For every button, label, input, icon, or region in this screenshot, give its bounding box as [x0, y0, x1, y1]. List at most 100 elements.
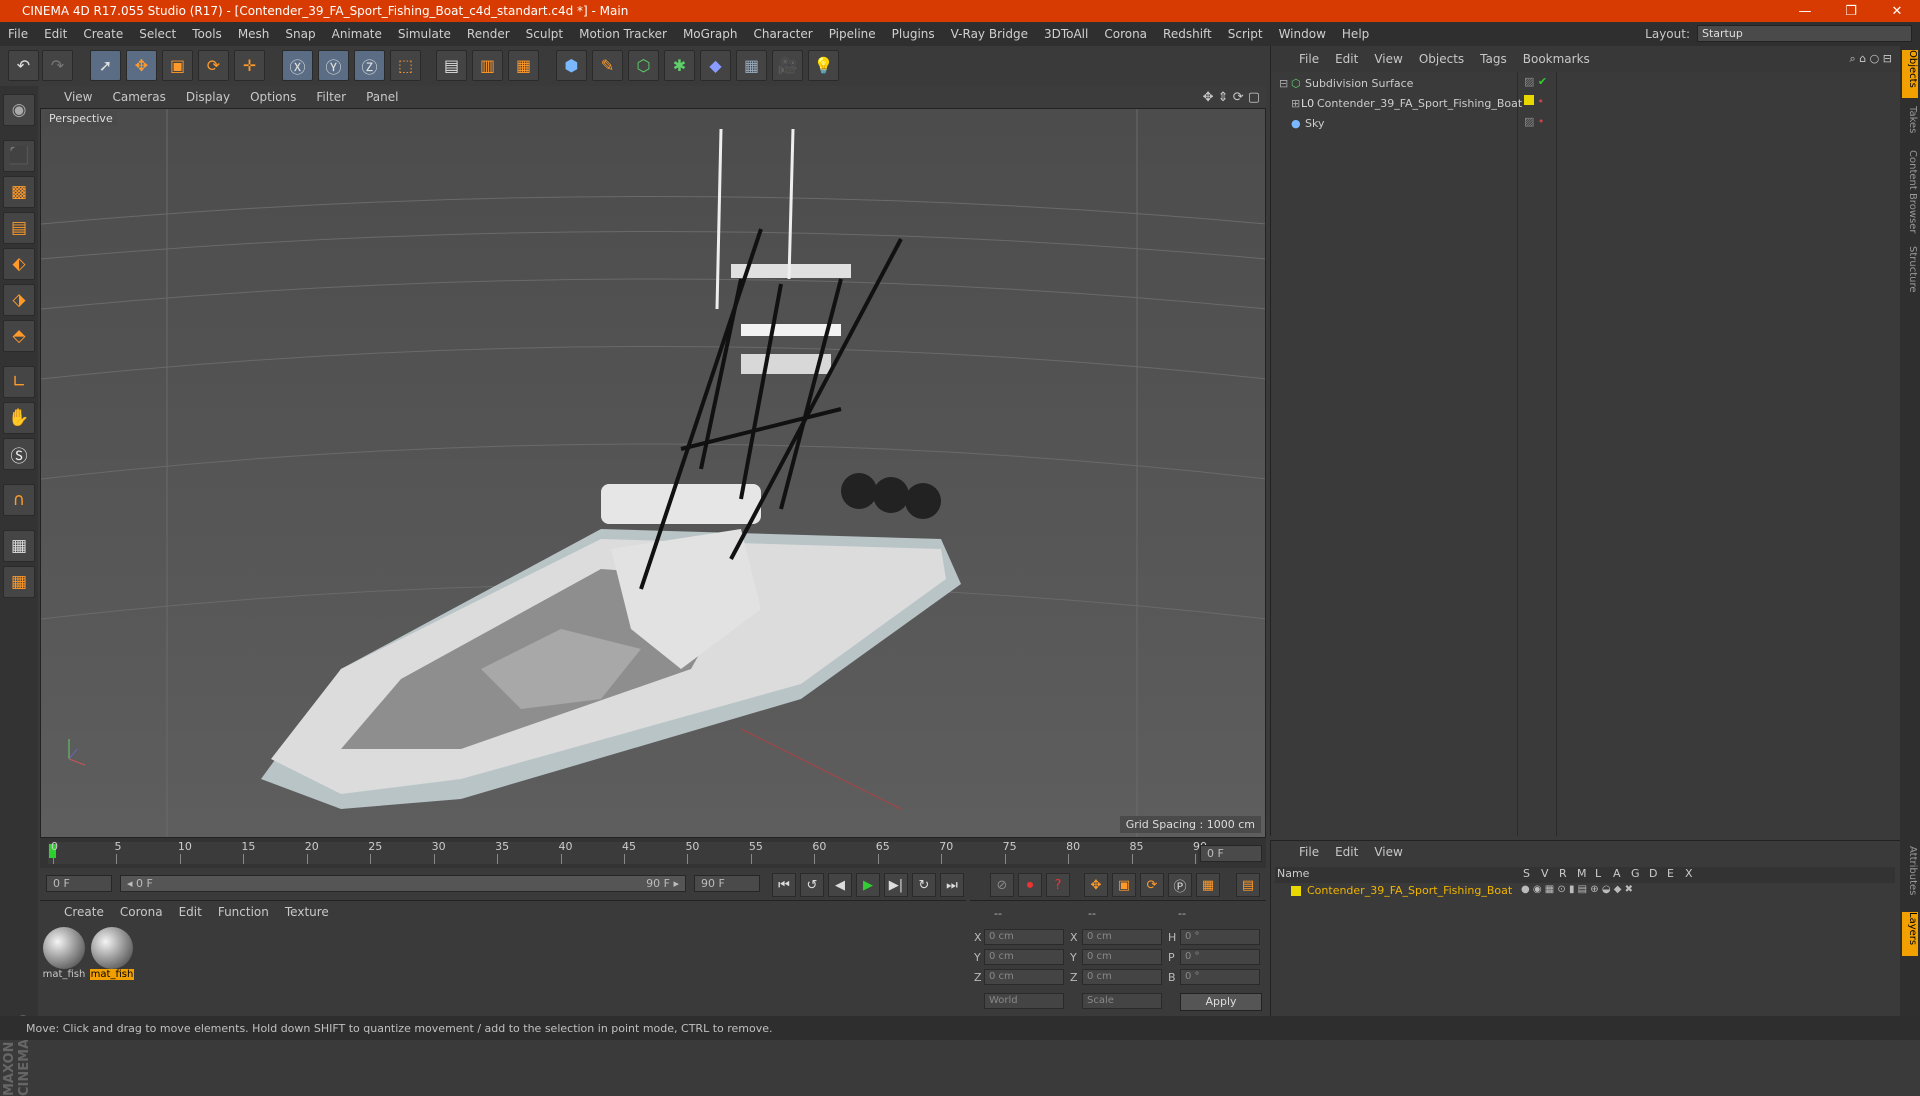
snap-icon[interactable]: ∩ — [3, 484, 35, 516]
position-z-field[interactable]: 0 cm — [984, 969, 1064, 985]
material-swatch[interactable]: mat_fish — [42, 927, 86, 980]
object-layer-tag-icon[interactable]: • — [1524, 95, 1560, 111]
go-to-start-icon[interactable]: ⏮ — [772, 873, 796, 897]
object-menu-tags[interactable]: Tags — [1472, 52, 1515, 66]
key-position-icon[interactable]: ✥ — [1084, 873, 1108, 897]
size-z-field[interactable]: 0 cm — [1082, 969, 1162, 985]
rotate-tool-icon[interactable]: ⟳ — [198, 50, 229, 81]
menu-sculpt[interactable]: Sculpt — [518, 27, 571, 41]
viewport-menu-filter[interactable]: Filter — [306, 90, 356, 104]
planar-workplane-icon[interactable]: ▦ — [3, 566, 35, 598]
menu-help[interactable]: Help — [1334, 27, 1377, 41]
object-visibility-icons[interactable]: ▨ • — [1524, 115, 1560, 131]
menu-render[interactable]: Render — [459, 27, 518, 41]
tweak-mode-icon[interactable]: ✋ — [3, 402, 35, 434]
previous-frame-icon[interactable]: ◀ — [828, 873, 852, 897]
rotation-h-field[interactable]: 0 ° — [1180, 929, 1260, 945]
points-mode-icon[interactable]: ⬖ — [3, 248, 35, 280]
apply-button[interactable]: Apply — [1180, 993, 1262, 1011]
light-icon[interactable]: 💡 — [808, 50, 839, 81]
layer-menu-file[interactable]: File — [1291, 845, 1327, 859]
next-key-icon[interactable]: ↻ — [912, 873, 936, 897]
menu-plugins[interactable]: Plugins — [884, 27, 943, 41]
range-slider[interactable]: ◂ 0 F 90 F ▸ — [120, 875, 686, 892]
scale-tool-icon[interactable]: ▣ — [162, 50, 193, 81]
material-menu-edit[interactable]: Edit — [171, 905, 210, 919]
object-visibility-icons[interactable]: ▨ ✔ — [1524, 75, 1560, 91]
key-parameter-icon[interactable]: Ⓟ — [1168, 873, 1192, 897]
make-editable-icon[interactable]: ◉ — [3, 94, 35, 126]
viewport-menu-view[interactable]: View — [54, 90, 102, 104]
menu-motion-tracker[interactable]: Motion Tracker — [571, 27, 675, 41]
autokey-icon[interactable]: ? — [1046, 873, 1070, 897]
layer-menu-edit[interactable]: Edit — [1327, 845, 1366, 859]
end-frame-field[interactable]: 90 F — [694, 875, 760, 892]
viewport-menu-cameras[interactable]: Cameras — [102, 90, 175, 104]
edges-mode-icon[interactable]: ⬗ — [3, 284, 35, 316]
menu-snap[interactable]: Snap — [277, 27, 323, 41]
object-menu-view[interactable]: View — [1366, 52, 1410, 66]
move-tool-icon[interactable]: ✥ — [126, 50, 157, 81]
next-frame-icon[interactable]: ▶| — [884, 873, 908, 897]
scale-select[interactable]: Scale — [1082, 993, 1162, 1009]
menu-vray-bridge[interactable]: V-Ray Bridge — [943, 27, 1036, 41]
object-menu-objects[interactable]: Objects — [1411, 52, 1472, 66]
menu-window[interactable]: Window — [1271, 27, 1334, 41]
material-menu-corona[interactable]: Corona — [112, 905, 171, 919]
object-menu-edit[interactable]: Edit — [1327, 52, 1366, 66]
axis-mode-icon[interactable]: ∟ — [3, 366, 35, 398]
render-view-icon[interactable]: ▤ — [436, 50, 467, 81]
menu-select[interactable]: Select — [131, 27, 184, 41]
coordinate-system-icon[interactable]: ⬚ — [390, 50, 421, 81]
previous-key-icon[interactable]: ↺ — [800, 873, 824, 897]
x-axis-lock-icon[interactable]: Ⓧ — [282, 50, 313, 81]
object-row-subdivision-surface[interactable]: ⊟ ⬡ Subdivision Surface ▨ ✔ — [1277, 74, 1727, 92]
solo-icon[interactable]: Ⓢ — [3, 438, 35, 470]
viewport-menu-options[interactable]: Options — [240, 90, 306, 104]
workplane-mode-icon[interactable]: ▤ — [3, 212, 35, 244]
menu-animate[interactable]: Animate — [324, 27, 390, 41]
layout-select[interactable]: Startup — [1697, 25, 1912, 42]
menu-script[interactable]: Script — [1220, 27, 1271, 41]
timeline-ruler[interactable]: 051015202530354045505560657075808590 0 F — [40, 838, 1266, 868]
record-active-icon[interactable]: ⏺ — [1018, 873, 1042, 897]
menu-tools[interactable]: Tools — [184, 27, 230, 41]
layer-menu-view[interactable]: View — [1366, 845, 1410, 859]
position-x-field[interactable]: 0 cm — [984, 929, 1064, 945]
menu-file[interactable]: File — [0, 27, 36, 41]
pen-spline-icon[interactable]: ✎ — [592, 50, 623, 81]
viewport-nav-icons[interactable]: ✥ ⇕ ⟳ ▢ — [1203, 90, 1260, 105]
polygons-mode-icon[interactable]: ⬘ — [3, 320, 35, 352]
object-row-boat[interactable]: ⊞ L0 Contender_39_FA_Sport_Fishing_Boat … — [1277, 94, 1727, 112]
key-pla-icon[interactable]: ▦ — [1196, 873, 1220, 897]
menu-character[interactable]: Character — [745, 27, 820, 41]
tab-structure[interactable]: Structure — [1902, 246, 1918, 302]
lock-workplane-icon[interactable]: ▦ — [3, 530, 35, 562]
menu-3dtoall[interactable]: 3DToAll — [1036, 27, 1096, 41]
tab-takes[interactable]: Takes — [1902, 106, 1918, 142]
object-menu-file[interactable]: File — [1291, 52, 1327, 66]
menu-edit[interactable]: Edit — [36, 27, 75, 41]
world-select[interactable]: World — [984, 993, 1064, 1009]
layer-flag-icons[interactable]: ● ◉ ▦ ⊙ ▮ ▤ ⊕ ◒ ◆ ✖ — [1521, 884, 1633, 895]
viewport-menu-display[interactable]: Display — [176, 90, 240, 104]
layer-color-swatch[interactable] — [1291, 886, 1301, 896]
timeline-window-icon[interactable]: ▤ — [1236, 873, 1260, 897]
menu-corona[interactable]: Corona — [1096, 27, 1155, 41]
rotation-p-field[interactable]: 0 ° — [1180, 949, 1260, 965]
rotation-b-field[interactable]: 0 ° — [1180, 969, 1260, 985]
layer-row[interactable]: Contender_39_FA_Sport_Fishing_Boat ● ◉ ▦… — [1275, 883, 1895, 901]
menu-pipeline[interactable]: Pipeline — [821, 27, 884, 41]
material-menu-texture[interactable]: Texture — [277, 905, 337, 919]
size-x-field[interactable]: 0 cm — [1082, 929, 1162, 945]
undo-icon[interactable]: ↶ — [8, 50, 39, 81]
select-tool-icon[interactable]: ➚ — [90, 50, 121, 81]
minimize-button[interactable]: — — [1782, 4, 1828, 19]
object-search-icon[interactable]: ⌕ ⌂ ○ ⊟ — [1850, 52, 1892, 66]
subdivision-surface-icon[interactable]: ⬡ — [628, 50, 659, 81]
material-menu-function[interactable]: Function — [210, 905, 277, 919]
tab-objects[interactable]: Objects — [1902, 50, 1918, 98]
object-row-sky[interactable]: ● Sky ▨ • — [1277, 114, 1727, 132]
play-icon[interactable]: ▶ — [856, 873, 880, 897]
expand-icon[interactable]: ⊞ — [1291, 97, 1300, 110]
